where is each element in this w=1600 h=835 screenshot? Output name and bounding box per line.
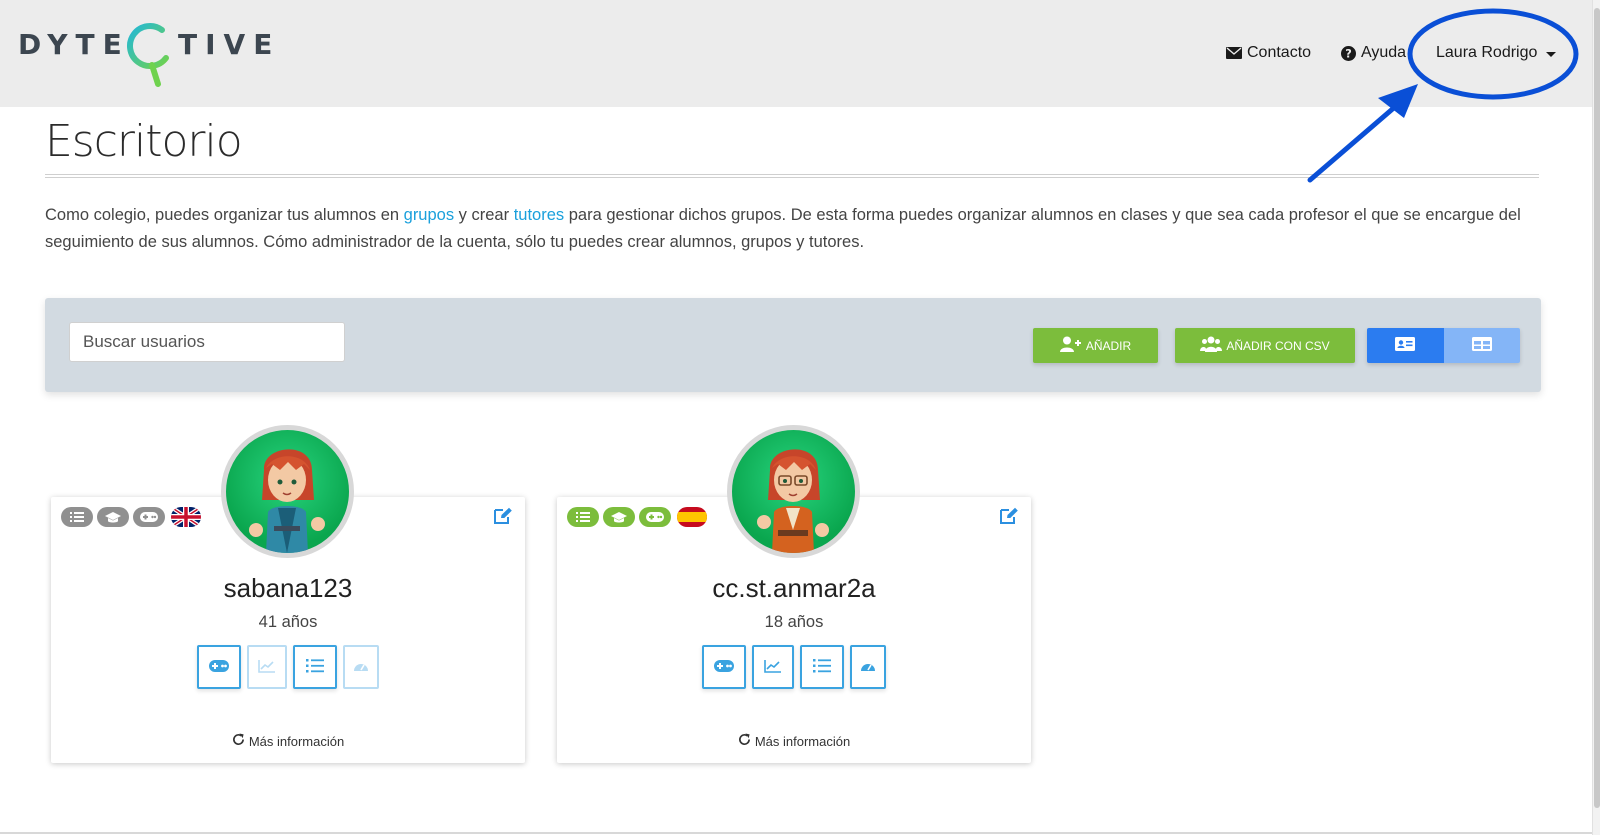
edit-icon[interactable] [999, 507, 1019, 530]
graduation-cap-icon [97, 507, 129, 527]
list-icon [306, 658, 324, 677]
view-toggle [1367, 328, 1520, 363]
gamepad-badge-icon [639, 507, 671, 527]
intro-text-part: y crear [454, 206, 514, 224]
more-info-label: Más información [248, 733, 345, 749]
nav-help-link[interactable]: ? Ayuda [1341, 40, 1406, 66]
users-icon [1200, 336, 1223, 355]
page-bottom-border [0, 832, 1592, 834]
spain-flag-icon [677, 507, 707, 527]
envelope-icon [1226, 47, 1242, 59]
user-age: 18 años [764, 613, 824, 631]
add-csv-label: AÑADIR CON CSV [1226, 338, 1330, 353]
progress-chart-button[interactable] [752, 645, 794, 689]
user-badges [61, 507, 201, 527]
chart-line-icon [764, 659, 782, 676]
dashboard-button[interactable] [343, 645, 379, 689]
games-button[interactable] [197, 645, 241, 689]
search-users-input[interactable] [69, 322, 345, 362]
uk-flag-icon [171, 507, 201, 527]
question-circle-icon: ? [1341, 45, 1356, 61]
page-title: Escritorio [45, 116, 243, 167]
avatar-character-icon [757, 449, 829, 553]
progress-chart-button[interactable] [247, 645, 287, 689]
id-card-icon [1395, 337, 1416, 354]
title-divider [45, 174, 1539, 178]
refresh-icon [232, 733, 245, 749]
speedometer-icon [353, 660, 369, 675]
user-actions [557, 645, 1031, 689]
user-name-label: Laura Rodrigo [1436, 44, 1538, 61]
results-list-button[interactable] [800, 645, 844, 689]
groups-link[interactable]: grupos [404, 206, 454, 224]
table-icon [1471, 337, 1492, 354]
nav-contact-label: Contacto [1247, 44, 1312, 61]
scrollbar-thumb[interactable] [1594, 8, 1600, 808]
results-list-button[interactable] [293, 645, 337, 689]
add-user-label: AÑADIR [1085, 338, 1132, 353]
list-badge-icon [61, 507, 93, 527]
tutors-link[interactable]: tutores [514, 206, 564, 224]
more-info-link[interactable]: Más información [557, 733, 1031, 749]
list-badge-icon [567, 507, 599, 527]
user-avatar[interactable] [727, 425, 860, 558]
vertical-scrollbar[interactable] [1592, 0, 1600, 835]
dytective-logo[interactable]: DYTE TIVE [18, 18, 272, 90]
user-plus-icon [1059, 336, 1082, 355]
table-view-button[interactable] [1443, 328, 1520, 363]
avatar-character-icon [249, 449, 325, 553]
logo-text-left: DYTE [18, 28, 130, 61]
add-csv-button[interactable]: AÑADIR CON CSV [1175, 328, 1355, 363]
nav-contact-link[interactable]: Contacto [1226, 40, 1311, 66]
more-info-label: Más información [754, 733, 851, 749]
gamepad-badge-icon [133, 507, 165, 527]
list-icon [813, 658, 831, 677]
user-actions [51, 645, 525, 689]
user-badges [567, 507, 707, 527]
caret-down-icon [1546, 51, 1557, 57]
more-info-link[interactable]: Más información [51, 733, 525, 749]
nav-help-label: Ayuda [1361, 44, 1407, 61]
refresh-icon [738, 733, 751, 749]
chart-line-icon [258, 659, 276, 676]
dashboard-button[interactable] [850, 645, 886, 689]
intro-text: Como colegio, puedes organizar tus alumn… [45, 202, 1545, 256]
edit-icon[interactable] [493, 507, 513, 530]
svg-text:?: ? [1345, 47, 1352, 60]
username: sabana123 [223, 573, 353, 603]
gamepad-icon [714, 659, 734, 675]
username: cc.st.anmar2a [712, 573, 876, 603]
user-menu-dropdown[interactable]: Laura Rodrigo [1436, 40, 1557, 66]
card-view-button[interactable] [1367, 328, 1444, 363]
graduation-cap-icon [603, 507, 635, 527]
add-user-button[interactable]: AÑADIR [1033, 328, 1158, 363]
intro-text-part: Como colegio, puedes organizar tus alumn… [45, 206, 404, 224]
top-navbar: DYTE TIVE Contacto ? Ayuda Laura Rodrigo [0, 0, 1592, 107]
logo-text-right: TIVE [178, 28, 281, 61]
speedometer-icon [860, 660, 876, 675]
user-age: 41 años [258, 613, 318, 631]
gamepad-icon [209, 659, 229, 675]
logo-magnifier-icon [127, 23, 169, 87]
user-avatar[interactable] [221, 425, 354, 558]
users-toolbar: AÑADIR AÑADIR CON CSV [45, 298, 1541, 392]
games-button[interactable] [702, 645, 746, 689]
